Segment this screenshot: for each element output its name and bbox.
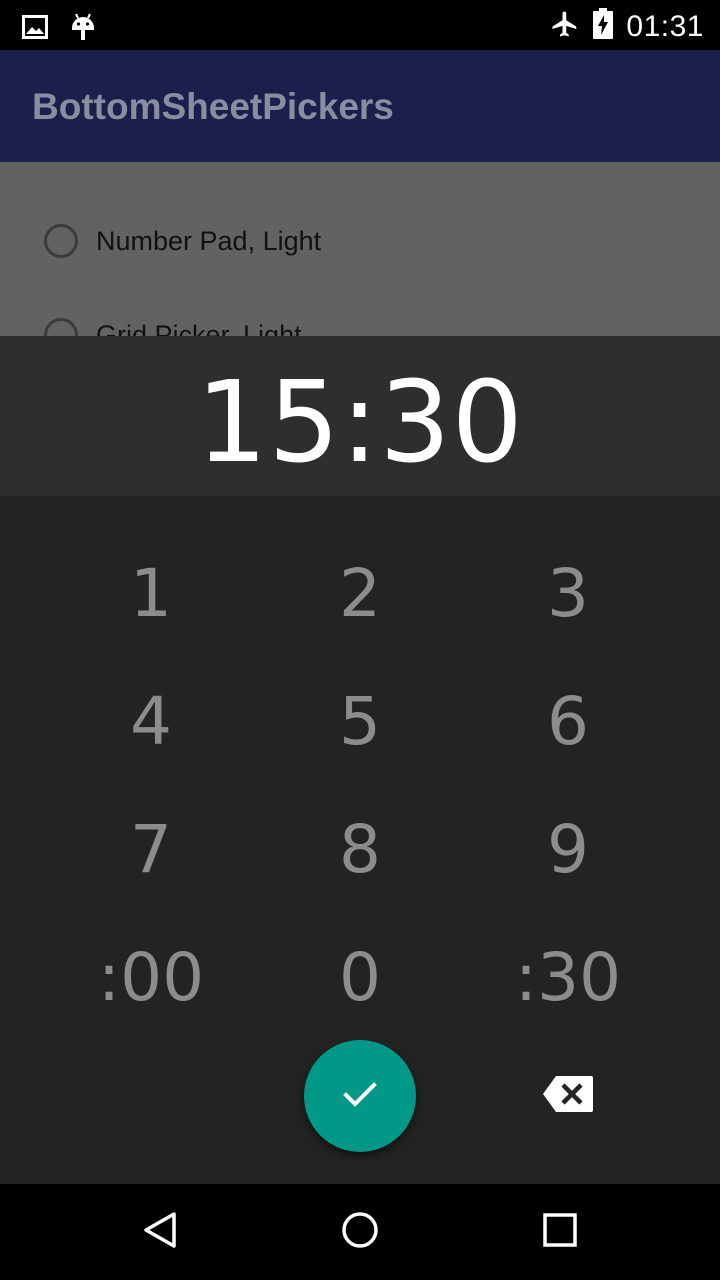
key-1[interactable]: 1 (51, 538, 251, 648)
backspace-button[interactable] (540, 1074, 596, 1118)
option-label: Grid Picker, Light (96, 319, 302, 337)
key-3[interactable]: 3 (468, 538, 668, 648)
key-0[interactable]: 0 (260, 922, 460, 1032)
app-title: BottomSheetPickers (32, 86, 394, 127)
key-5[interactable]: 5 (260, 666, 460, 776)
app-bar: BottomSheetPickers (0, 50, 720, 162)
option-number-pad-light[interactable]: Number Pad, Light (44, 224, 321, 258)
check-icon (340, 1074, 380, 1119)
radio-button[interactable] (44, 224, 78, 258)
status-bar: 01:31 (0, 0, 720, 50)
key-4[interactable]: 4 (51, 666, 251, 776)
key-00[interactable]: :00 (51, 922, 251, 1032)
battery-charging-icon (592, 8, 614, 45)
navigation-bar (0, 1184, 720, 1280)
option-grid-picker-light[interactable]: Grid Picker, Light (44, 318, 302, 336)
confirm-button[interactable] (304, 1040, 416, 1152)
image-icon (22, 15, 48, 44)
airplane-icon (550, 9, 580, 44)
number-pad: 1 2 3 4 5 6 7 8 9 :00 0 :30 (0, 496, 720, 1184)
home-icon (340, 1210, 380, 1255)
android-icon (70, 12, 96, 47)
key-8[interactable]: 8 (260, 794, 460, 904)
back-button[interactable] (136, 1208, 184, 1256)
key-7[interactable]: 7 (51, 794, 251, 904)
content-scrim[interactable]: Number Pad, Light Grid Picker, Light (0, 162, 720, 336)
recents-button[interactable] (536, 1208, 584, 1256)
time-display: 15:30 (196, 358, 524, 488)
status-time: 01:31 (626, 9, 704, 43)
radio-button[interactable] (44, 318, 78, 336)
key-9[interactable]: 9 (468, 794, 668, 904)
home-button[interactable] (336, 1208, 384, 1256)
key-2[interactable]: 2 (260, 538, 460, 648)
time-display-header: 15:30 (0, 336, 720, 496)
recents-icon (542, 1212, 578, 1253)
back-icon (140, 1210, 180, 1255)
backspace-icon (543, 1075, 593, 1117)
option-label: Number Pad, Light (96, 225, 322, 256)
key-6[interactable]: 6 (468, 666, 668, 776)
key-30[interactable]: :30 (468, 922, 668, 1032)
